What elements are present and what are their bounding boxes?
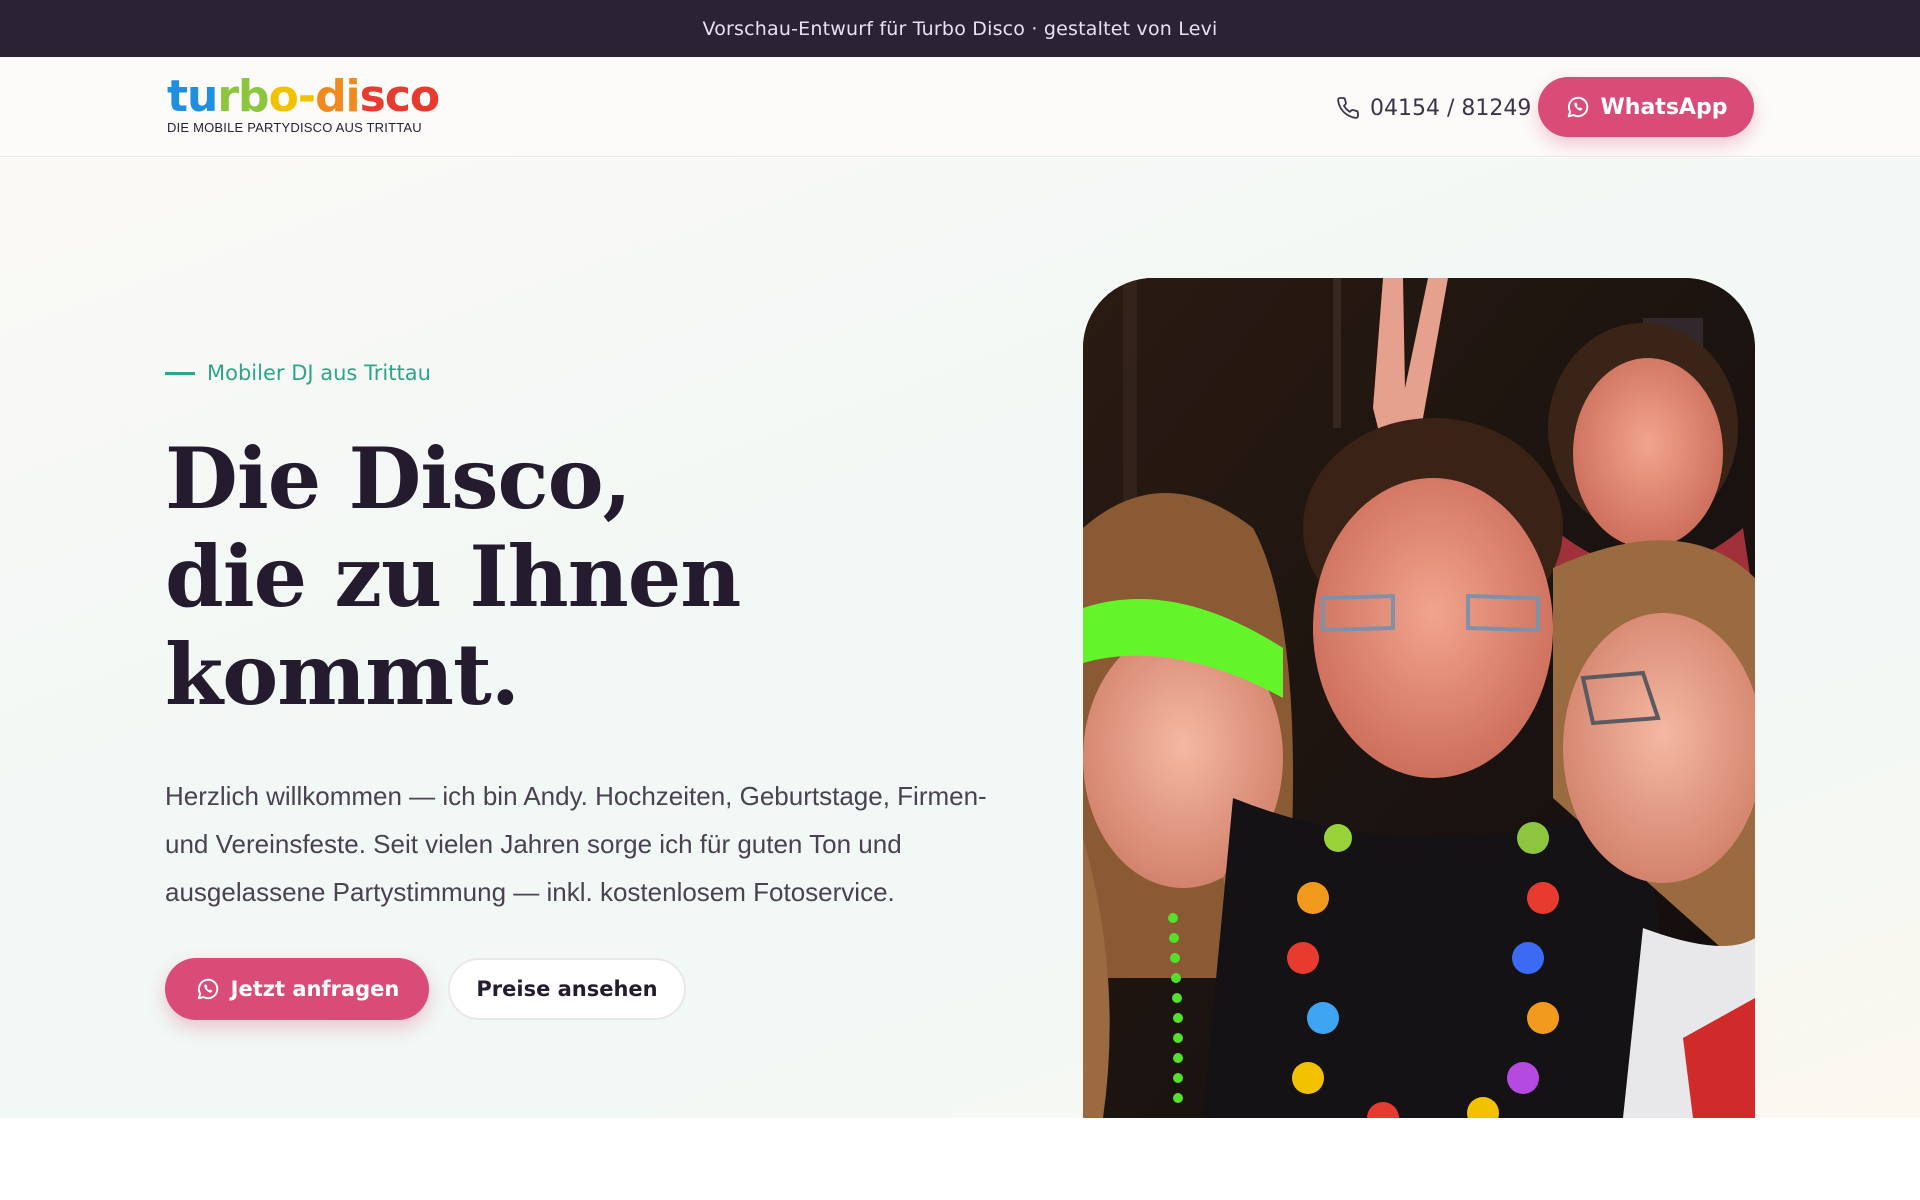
view-prices-button[interactable]: Preise ansehen (448, 958, 686, 1020)
party-group-illustration (1083, 278, 1755, 1118)
section-separator (0, 1118, 1920, 1200)
phone-icon (1337, 97, 1359, 119)
whatsapp-icon (197, 978, 218, 1000)
headline-line-1: Die Disco, (165, 429, 632, 528)
hero-party-photo (1083, 278, 1755, 1118)
preview-banner: Vorschau-Entwurf für Turbo Disco · gesta… (0, 0, 1920, 57)
hero-intro-text: Herzlich willkommen — ich bin Andy. Hoch… (165, 781, 987, 907)
whatsapp-button-label: WhatsApp (1600, 94, 1728, 120)
site-header: turbo-disco DIE MOBILE PARTYDISCO AUS TR… (0, 57, 1920, 157)
eyebrow-text: Mobiler DJ aus Trittau (207, 361, 431, 385)
view-prices-label: Preise ansehen (476, 977, 658, 1001)
request-now-label: Jetzt anfragen (230, 977, 400, 1001)
whatsapp-icon (1567, 96, 1588, 118)
hero-section: Mobiler DJ aus Trittau Die Disco, die zu… (0, 158, 1920, 1118)
headline-line-2: die zu Ihnen (165, 527, 741, 626)
preview-banner-text: Vorschau-Entwurf für Turbo Disco · gesta… (702, 17, 1218, 40)
phone-number: 04154 / 81249 (1370, 95, 1532, 121)
hero-headline: Die Disco, die zu Ihnen kommt. (165, 430, 1005, 724)
logo-tagline: DIE MOBILE PARTYDISCO AUS TRITTAU (167, 120, 422, 135)
eyebrow-dash (165, 371, 195, 375)
phone-link[interactable]: 04154 / 81249 (1336, 87, 1531, 129)
hero-eyebrow: Mobiler DJ aus Trittau (165, 358, 431, 388)
logo-wordmark: turbo-disco (167, 71, 440, 122)
whatsapp-header-button[interactable]: WhatsApp (1538, 77, 1754, 137)
request-now-button[interactable]: Jetzt anfragen (165, 958, 429, 1020)
turbo-disco-logo[interactable]: turbo-disco DIE MOBILE PARTYDISCO AUS TR… (167, 71, 440, 144)
headline-line-3: kommt. (165, 625, 520, 724)
